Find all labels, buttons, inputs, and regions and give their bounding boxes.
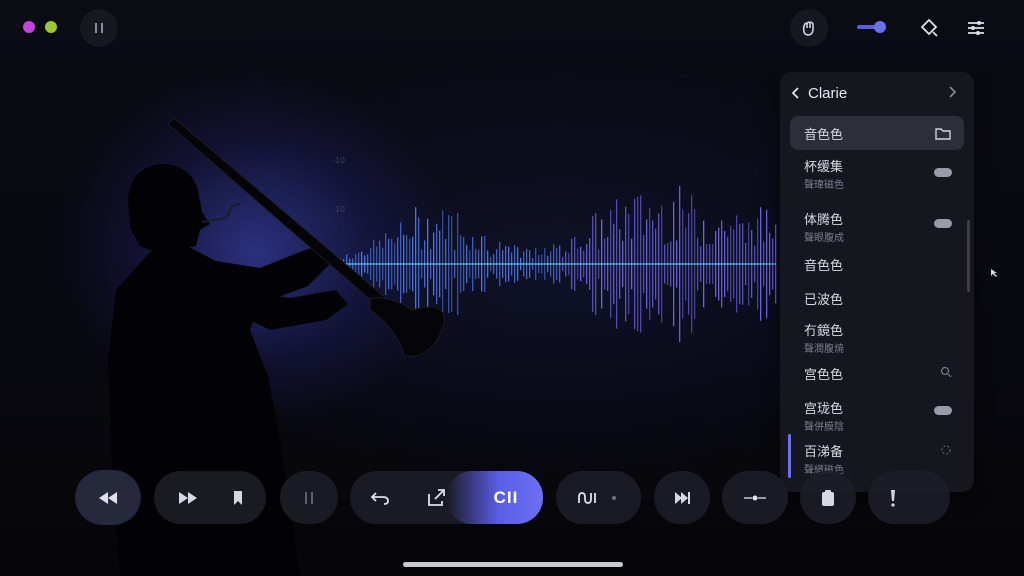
- panel-item-5[interactable]: 冇鏡色 聲潤腹焼: [790, 320, 964, 360]
- back-chevron-icon[interactable]: [790, 86, 802, 100]
- panel-item-label: 杯缓集: [804, 160, 844, 175]
- loop-button[interactable]: [556, 471, 641, 524]
- loop-indicator-dot: [612, 496, 616, 500]
- edit-group: CII: [350, 471, 543, 524]
- clipboard-icon: [822, 489, 834, 506]
- bookmark-button[interactable]: [218, 471, 258, 524]
- active-mode-label: CII: [493, 487, 519, 507]
- panel-title: Clarie: [808, 84, 848, 102]
- waveform-tick-label: -10: [332, 156, 346, 165]
- waveform-centerline: [340, 263, 776, 265]
- panel-item-label: 百涕备: [804, 445, 844, 460]
- rewind-button[interactable]: [76, 471, 140, 524]
- export-button[interactable]: [416, 471, 456, 524]
- fast-forward-button[interactable]: [168, 471, 208, 524]
- panel-item-toggle[interactable]: [934, 406, 952, 415]
- panel-item-sublabel: 聲眼腹成: [804, 233, 844, 244]
- search-icon[interactable]: [940, 366, 952, 378]
- panel-item-label: 冇鏡色: [804, 324, 844, 339]
- home-indicator[interactable]: [403, 562, 623, 567]
- panel-item-toggle[interactable]: [934, 168, 952, 177]
- panel-item-label: 宫珑色: [804, 402, 844, 417]
- panel-header: Clarie: [790, 82, 964, 104]
- undo-icon: [370, 491, 389, 505]
- panel-item-label: 宫色色: [804, 368, 844, 383]
- instrument-panel: Clarie 音色色 杯缓集 聲瑋磁色 体腾色 聲眼腹成 音色色 已波色 冇鏡色…: [780, 72, 974, 492]
- export-icon: [428, 488, 445, 506]
- skip-end-button[interactable]: [654, 471, 710, 524]
- spinner-icon: [941, 445, 951, 455]
- skip-group: [154, 471, 266, 524]
- panel-item-label: 体腾色: [804, 213, 844, 228]
- alert-button[interactable]: [868, 471, 950, 524]
- panel-item-6[interactable]: 宫色色: [790, 364, 964, 388]
- split-icon: [744, 495, 766, 500]
- pause-icon: [305, 491, 313, 504]
- panel-item-sublabel: 聲潤腹焼: [804, 344, 844, 355]
- panel-item-label: 音色色: [804, 128, 844, 143]
- skip-end-icon: [675, 491, 690, 504]
- mouse-cursor-icon: [991, 269, 997, 277]
- panel-item-label: 已波色: [804, 293, 844, 308]
- panel-selection-accent: [788, 434, 791, 478]
- exclamation-icon: [891, 489, 895, 507]
- panel-scrollbar[interactable]: [967, 220, 970, 292]
- panel-item-1[interactable]: 杯缓集 聲瑋磁色: [790, 156, 964, 196]
- panel-item-3[interactable]: 音色色: [790, 255, 964, 279]
- panel-item-0[interactable]: 音色色: [790, 116, 964, 150]
- bottom-pause-button[interactable]: [280, 471, 338, 524]
- panel-item-label: 音色色: [804, 259, 844, 274]
- bookmark-icon: [234, 490, 242, 505]
- rewind-icon: [99, 491, 117, 504]
- waveform-tick-label: -10: [332, 205, 346, 214]
- split-button[interactable]: [722, 471, 788, 524]
- undo-button[interactable]: [360, 471, 400, 524]
- player-screen: -10 -10 Clarie 音色色 杯缓集 聲瑋磁色 体腾色 聲眼腹成 音色色…: [0, 0, 1024, 576]
- loop-icon: [578, 491, 596, 504]
- fast-forward-icon: [179, 491, 197, 504]
- panel-item-4[interactable]: 已波色: [790, 289, 964, 313]
- panel-item-7[interactable]: 宫珑色 聲併膜陰: [790, 398, 964, 438]
- active-mode-button[interactable]: CII: [478, 471, 534, 524]
- forward-chevron-icon[interactable]: [946, 85, 958, 99]
- folder-icon[interactable]: [934, 125, 952, 141]
- panel-item-sublabel: 聲併膜陰: [804, 422, 844, 433]
- clipboard-button[interactable]: [800, 471, 856, 524]
- panel-item-2[interactable]: 体腾色 聲眼腹成: [790, 209, 964, 249]
- panel-item-sublabel: 聲瑋磁色: [804, 180, 844, 191]
- panel-item-toggle[interactable]: [934, 219, 952, 228]
